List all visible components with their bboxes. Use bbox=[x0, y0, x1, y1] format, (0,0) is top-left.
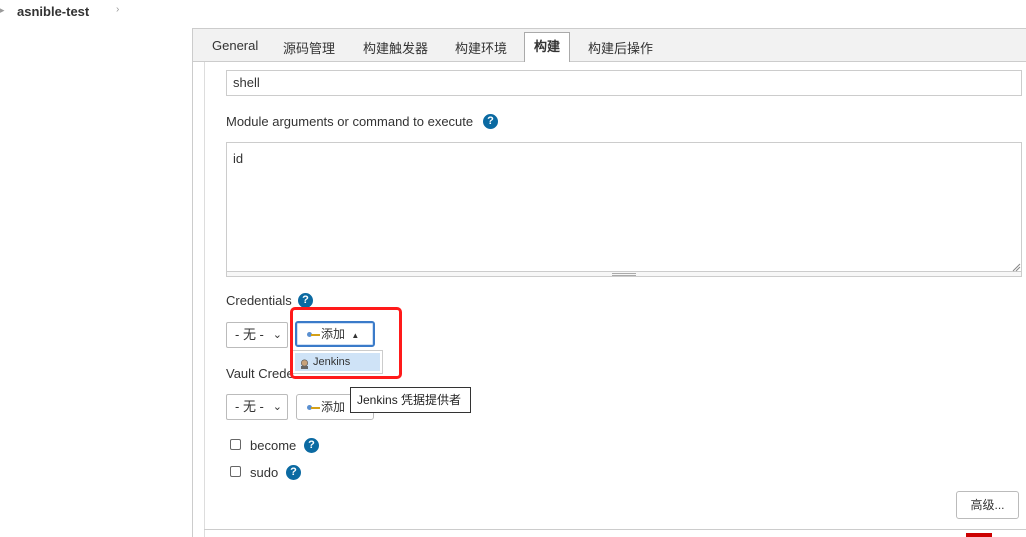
become-help-icon[interactable]: ? bbox=[304, 438, 319, 453]
breadcrumb: ▸ asnible-test › bbox=[0, 0, 200, 24]
tab-post-build[interactable]: 构建后操作 bbox=[588, 38, 653, 57]
tab-build-triggers[interactable]: 构建触发器 bbox=[363, 38, 428, 57]
vault-credentials-label: Vault Crede bbox=[226, 366, 294, 381]
delete-step-edge bbox=[966, 533, 992, 537]
tooltip: Jenkins 凭据提供者 bbox=[350, 387, 471, 413]
credentials-select-value: - 无 - bbox=[235, 327, 264, 342]
vault-add-label: 添加 bbox=[321, 400, 346, 414]
args-label: Module arguments or command to execute bbox=[226, 114, 474, 129]
panel-border bbox=[204, 62, 205, 537]
credentials-help-icon[interactable]: ? bbox=[298, 293, 313, 308]
advanced-button[interactable]: 高级... bbox=[956, 491, 1019, 519]
config-tab-bar: General 源码管理 构建触发器 构建环境 构建 构建后操作 bbox=[193, 28, 1026, 62]
chevron-down-icon: ⌄ bbox=[272, 329, 282, 341]
section-divider bbox=[204, 529, 1026, 530]
sudo-label: sudo bbox=[250, 465, 279, 480]
key-icon bbox=[307, 403, 320, 412]
tab-build[interactable]: 构建 bbox=[524, 32, 570, 62]
module-input[interactable]: shell bbox=[226, 70, 1022, 96]
tab-general[interactable]: General bbox=[212, 38, 258, 53]
credentials-label: Credentials bbox=[226, 293, 292, 308]
sudo-checkbox[interactable] bbox=[230, 466, 241, 477]
chevron-down-icon: ⌄ bbox=[272, 401, 282, 413]
tab-build-env[interactable]: 构建环境 bbox=[455, 38, 507, 57]
help-icon[interactable]: ? bbox=[483, 114, 498, 129]
become-checkbox[interactable] bbox=[230, 439, 241, 450]
credentials-select[interactable]: - 无 - ⌄ bbox=[226, 322, 288, 348]
breadcrumb-dropdown-icon[interactable]: › bbox=[116, 4, 119, 15]
vault-credentials-select[interactable]: - 无 - ⌄ bbox=[226, 394, 288, 420]
tab-scm[interactable]: 源码管理 bbox=[283, 38, 335, 57]
args-textarea[interactable]: id bbox=[226, 142, 1022, 272]
vault-select-value: - 无 - bbox=[235, 399, 264, 414]
resize-handle-icon[interactable] bbox=[1011, 262, 1021, 272]
breadcrumb-project-link[interactable]: asnible-test bbox=[17, 4, 89, 19]
breadcrumb-caret-icon: ▸ bbox=[0, 5, 5, 15]
sidebar-divider bbox=[192, 28, 193, 537]
grip-icon bbox=[612, 273, 636, 276]
sudo-help-icon[interactable]: ? bbox=[286, 465, 301, 480]
become-label: become bbox=[250, 438, 297, 453]
annotation-highlight bbox=[290, 307, 402, 379]
